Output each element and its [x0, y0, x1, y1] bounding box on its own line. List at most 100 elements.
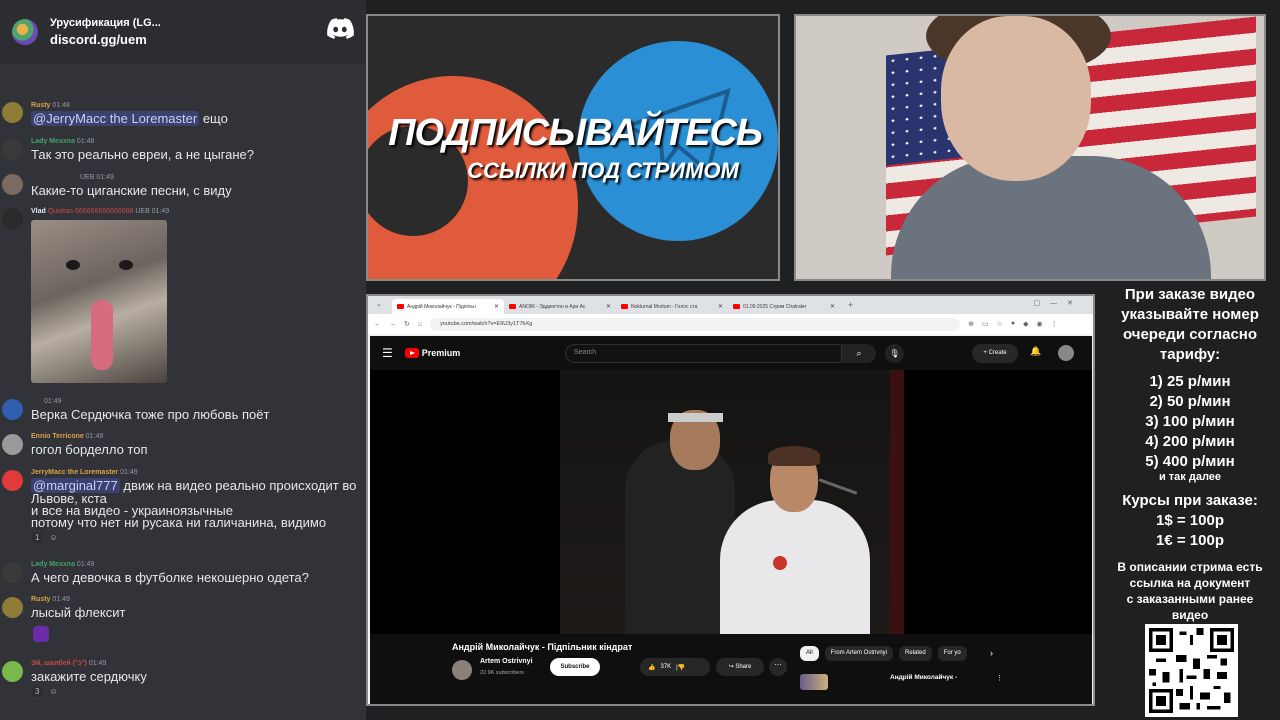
message-author[interactable]: Rusty — [31, 596, 50, 603]
zoom-icon[interactable]: ⊕ — [968, 320, 974, 328]
message-text: А чего девочка в футболке некошерно одет… — [31, 570, 309, 585]
chip-related[interactable]: Related — [899, 646, 932, 661]
add-reaction-icon[interactable]: ☺ — [49, 687, 57, 696]
message-author[interactable]: JerryMacc the Loremaster — [31, 469, 118, 476]
message-text: закажите сердючку — [31, 669, 147, 684]
message-text: Верка Сердючка тоже про любовь поёт — [31, 407, 270, 422]
rate-line: 1$ = 100р — [1156, 512, 1224, 529]
description-line: В описании стрима есть — [1117, 560, 1263, 574]
close-tab-icon[interactable]: ✕ — [494, 303, 499, 310]
youtube-header: ☰ Premium Search ⌕ 🎙 + Create 🔔 — [370, 336, 1092, 370]
browser-tab[interactable]: ANOIR - Эддингтон и Ари Ас ✕ — [504, 299, 616, 314]
message-author[interactable]: Rusty — [31, 102, 50, 109]
cast-icon[interactable]: ▭ — [982, 320, 989, 328]
rates-heading: Курсы при заказе: — [1122, 492, 1258, 509]
like-button[interactable]: 👍 37K |👎 — [640, 658, 710, 676]
back-icon[interactable]: ← — [374, 321, 381, 328]
avatar — [2, 174, 23, 195]
related-video-title[interactable]: Андрій Миколайчук - — [890, 674, 957, 681]
streamer-face — [941, 16, 1091, 181]
message-time: 01:49 — [88, 660, 107, 667]
sticker-emoji — [33, 626, 49, 642]
related-more-icon[interactable]: ⋮ — [996, 674, 1003, 682]
reaction-count[interactable]: 1 — [31, 532, 44, 543]
info-line: При заказе видео — [1124, 286, 1256, 303]
video-player[interactable] — [370, 370, 1092, 634]
chat-header: Урусификация (LG... discord.gg/uem — [0, 0, 366, 64]
filter-chips: All From Artem Ostrivnyi Related For yo — [800, 646, 967, 661]
extension-icon[interactable]: ● — [1011, 320, 1015, 328]
create-button[interactable]: + Create — [972, 344, 1018, 363]
tariff-line: 4) 200 р/мин — [1145, 433, 1235, 450]
related-video-thumbnail[interactable] — [800, 674, 828, 690]
extensions-puzzle-icon[interactable]: ◆ — [1023, 320, 1028, 328]
info-line: тарифу: — [1159, 346, 1221, 363]
chip-all[interactable]: All — [800, 646, 819, 661]
chip-for-you[interactable]: For yo — [937, 646, 967, 661]
message-author[interactable]: Lady Mexxna — [31, 561, 75, 568]
tab-strip: ⌄ Андрій Миколайчук - Підпільн ✕ ANOIR - … — [368, 296, 1093, 314]
youtube-play-icon — [404, 348, 419, 358]
message-time: 01:49 — [151, 208, 170, 215]
new-tab-icon[interactable]: + — [840, 300, 861, 310]
youtube-favicon-icon — [509, 304, 516, 309]
thumbs-down-icon[interactable]: |👎 — [676, 664, 685, 671]
channel-name[interactable]: Artem Ostrivnyi — [480, 658, 533, 665]
message-time: 01:48 — [52, 102, 70, 109]
search-input[interactable]: Search — [565, 344, 842, 363]
cat-image-attachment[interactable] — [31, 220, 167, 383]
bookmark-star-icon[interactable]: ☆ — [997, 320, 1003, 328]
message-author[interactable]: Эй, шалбей (°ʖ°) — [31, 660, 87, 667]
tab-search-chevron-icon[interactable]: ⌄ — [376, 300, 382, 308]
browser-tab[interactable]: 01.09.2025 Стрим Chatraler ✕ — [728, 299, 840, 314]
subscribe-button[interactable]: Subscribe — [550, 658, 600, 676]
chevron-right-icon[interactable]: › — [990, 648, 993, 658]
message-reactions[interactable]: 3 ☺ — [31, 686, 58, 697]
address-bar[interactable]: youtube.com/watch?v=E9U3y1T7bXg — [430, 317, 961, 331]
browser-tab[interactable]: Nokturnal Mortum - Голос ста ✕ — [616, 299, 728, 314]
qr-code[interactable] — [1145, 624, 1238, 717]
youtube-logo[interactable]: Premium — [404, 348, 460, 358]
stage-curtain — [890, 370, 904, 634]
forward-icon[interactable]: → — [389, 321, 396, 328]
browser-window: ⌄ Андрій Миколайчук - Підпільн ✕ ANOIR - … — [366, 294, 1095, 706]
message-author[interactable]: Ennio Terricone — [31, 433, 84, 440]
stream-layout: Урусификация (LG... discord.gg/uem Rusty… — [0, 0, 1280, 720]
tariff-line: 3) 100 р/мин — [1145, 413, 1235, 430]
browser-tab[interactable]: Андрій Миколайчук - Підпільн ✕ — [392, 299, 504, 314]
avatar — [2, 434, 23, 455]
info-line: указывайте номер — [1121, 306, 1259, 323]
subscriber-count: 22.9K subscribers — [480, 670, 525, 676]
home-icon[interactable]: ⌂ — [418, 321, 422, 328]
hamburger-menu-icon[interactable]: ☰ — [382, 346, 393, 360]
message-author[interactable]: Vlad — [31, 208, 46, 215]
menu-kebab-icon[interactable]: ⋮ — [1051, 320, 1058, 328]
user-badge: UEB — [80, 174, 95, 181]
search-icon[interactable]: ⌕ — [842, 344, 876, 363]
youtube-favicon-icon — [397, 304, 404, 309]
cat-tongue — [91, 300, 113, 370]
close-tab-icon[interactable]: ✕ — [606, 303, 611, 310]
tariff-line: 1) 25 р/мин — [1149, 373, 1231, 390]
notifications-bell-icon[interactable]: 🔔 — [1030, 346, 1041, 357]
user-mention[interactable]: @JerryMacc the Loremaster — [31, 111, 200, 126]
message-author[interactable]: Lady Mexxna — [31, 138, 75, 145]
add-reaction-icon[interactable]: ☺ — [49, 533, 57, 542]
reload-icon[interactable]: ↻ — [404, 320, 410, 328]
window-controls[interactable]: ▢—✕ — [1034, 299, 1083, 307]
performer-headband — [668, 413, 723, 422]
info-line: очереди согласно — [1122, 326, 1258, 343]
server-invite-link[interactable]: discord.gg/uem — [50, 32, 161, 47]
channel-avatar[interactable] — [452, 660, 472, 680]
more-actions-icon[interactable]: ⋯ — [769, 658, 787, 676]
chip-from-channel[interactable]: From Artem Ostrivnyi — [824, 646, 894, 661]
microphone-icon[interactable]: 🎙 — [885, 344, 904, 363]
share-button[interactable]: ↪ Share — [716, 658, 764, 676]
close-tab-icon[interactable]: ✕ — [830, 303, 835, 310]
reaction-count[interactable]: 3 — [31, 686, 44, 697]
account-avatar[interactable] — [1058, 345, 1074, 361]
message-reactions[interactable]: 1 ☺ — [31, 532, 58, 543]
close-tab-icon[interactable]: ✕ — [718, 303, 723, 310]
avatar — [2, 597, 23, 618]
profile-icon[interactable]: ◉ — [1037, 320, 1043, 328]
